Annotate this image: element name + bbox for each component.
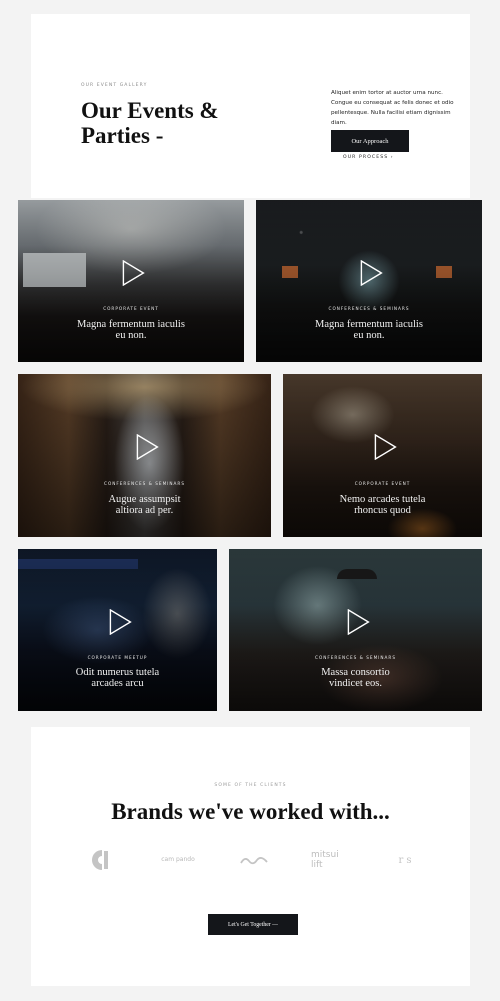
event-title: Odit numerus tutela arcades arcu: [75, 667, 160, 689]
event-title: Magna fermentum iaculis eu non.: [77, 319, 185, 341]
event-title: Augue assumpsit altiora ad per.: [108, 494, 181, 516]
gallery-eyebrow: OUR EVENT GALLERY: [81, 83, 148, 88]
clients-eyebrow: SOME OF THE CLIENTS: [214, 783, 287, 788]
event-card-1[interactable]: CORPORATE EVENT Magna fermentum iaculis …: [18, 200, 244, 362]
rs-logo-text: r s: [398, 854, 412, 866]
our-process-link[interactable]: OUR PROCESS ›: [343, 155, 394, 160]
our-approach-button[interactable]: Our Approach: [331, 130, 409, 152]
mitsui-lift-logo-text: mitsui lift: [311, 850, 339, 870]
event-title: Nemo arcades tutela rhoncus quod: [339, 494, 426, 516]
play-icon[interactable]: [135, 434, 159, 461]
event-card-2[interactable]: CONFERENCES & SEMINARS Magna fermentum i…: [256, 200, 482, 362]
event-category: CORPORATE EVENT: [354, 481, 411, 486]
event-card-3[interactable]: CONFERENCES & SEMINARS Augue assumpsit a…: [18, 374, 271, 537]
intro-description: Aliquet enim tortor at auctor urna nunc.…: [331, 90, 454, 126]
play-icon[interactable]: [108, 608, 132, 635]
event-card-4[interactable]: CORPORATE EVENT Nemo arcades tutela rhon…: [283, 374, 482, 537]
event-title: Magna fermentum iaculis eu non.: [315, 319, 423, 341]
play-icon[interactable]: [373, 434, 397, 461]
play-icon[interactable]: [121, 259, 145, 286]
c-logo-icon: [89, 849, 115, 871]
play-icon[interactable]: [346, 608, 370, 635]
event-card-5[interactable]: CORPORATE MEETUP Odit numerus tutela arc…: [18, 549, 217, 711]
mitsui-lift-logo: mitsui lift: [311, 849, 351, 871]
lets-get-together-button[interactable]: Let's Get Together —: [208, 914, 298, 935]
cam-pando-logo: cam pando: [159, 849, 197, 871]
event-category: CORPORATE EVENT: [103, 306, 159, 311]
clients-section: SOME OF THE CLIENTS Brands we've worked …: [31, 727, 470, 986]
rs-logo: r s: [393, 849, 417, 871]
event-category: CONFERENCES & SEMINARS: [104, 481, 185, 486]
wave-logo-icon: [239, 849, 269, 871]
page-title: Our Events & Parties -: [81, 98, 219, 148]
play-icon[interactable]: [359, 259, 383, 286]
event-category: CONFERENCES & SEMINARS: [328, 306, 410, 311]
event-card-6[interactable]: CONFERENCES & SEMINARS Massa consortio v…: [229, 549, 482, 711]
clients-title: Brands we've worked with...: [111, 799, 390, 824]
cam-pando-logo-text: cam pando: [161, 856, 195, 863]
event-title: Massa consortio vindicet eos.: [321, 667, 390, 689]
event-category: CORPORATE MEETUP: [87, 655, 148, 660]
event-category: CONFERENCES & SEMINARS: [315, 655, 396, 660]
